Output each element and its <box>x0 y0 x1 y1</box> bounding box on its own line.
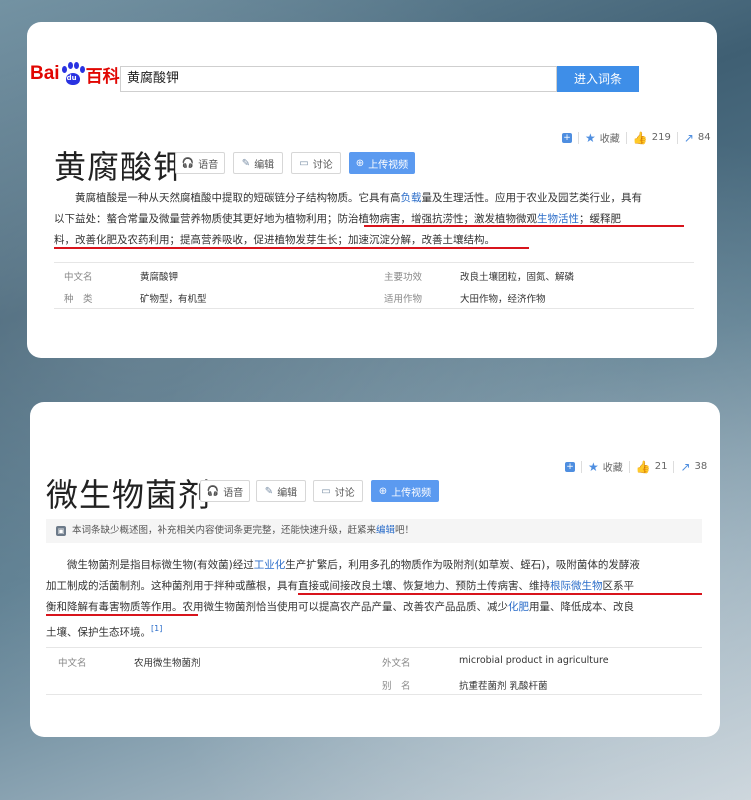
highlight-underline <box>46 614 198 616</box>
thumbs-up-icon[interactable]: 👍 <box>636 460 651 474</box>
paw-icon: du <box>61 62 85 86</box>
entry-toolbar: + ★ 收藏 👍 21 ↗ 38 <box>565 459 707 474</box>
summary-text: 料，改善化肥及农药利用；提高营养吸收，促进植物发芽生长；加速沉淀分解，改善土壤结… <box>54 234 495 246</box>
info-value: microbial product in agriculture <box>459 655 609 666</box>
highlight-underline <box>364 225 684 227</box>
baidu-baike-logo[interactable]: Bai du 百科 <box>30 62 120 87</box>
entry-summary: 黄腐植酸是一种从天然腐植酸中提取的短碳链分子结构物质。它具有高负载量及生理活性。… <box>54 188 694 251</box>
share-count: 84 <box>697 132 711 143</box>
entry-title: 微生物菌剂 <box>46 476 212 514</box>
enter-entry-button[interactable]: 进入词条 <box>557 66 639 92</box>
highlight-underline <box>54 247 529 249</box>
pencil-icon: ✎ <box>264 485 274 497</box>
summary-line: 黄腐植酸是一种从天然腐植酸中提取的短碳链分子结构物质。它具有高负载量及生理活性。… <box>54 188 694 209</box>
summary-line: 土壤、保护生态环境。[1] <box>46 618 702 644</box>
inline-link[interactable]: 根际微生物 <box>550 580 603 592</box>
thumbs-up-icon[interactable]: 👍 <box>633 131 648 145</box>
basic-info-table: 中文名 黄腐酸钾 主要功效 改良土壤团粒，固氮、解磷 种 类 矿物型，有机型 适… <box>54 266 694 306</box>
inline-link[interactable]: 生物活性 <box>537 213 579 225</box>
entry-card-microbial-agent: + ★ 收藏 👍 21 ↗ 38 微生物菌剂 🎧 语音 ✎ 编辑 ▭ 讨论 ⊕ 上传视频… <box>30 402 720 737</box>
edit-link[interactable]: 编辑 <box>376 525 395 536</box>
star-icon[interactable]: ★ <box>588 460 599 474</box>
summary-text: 微生物菌剂是指目标微生物(有效菌)经过 <box>67 559 254 571</box>
summary-text: 加工制成的活菌制剂。这种菌剂用于拌种或蘸根，具有直接或间接改良土壤、恢复地力、预… <box>46 580 550 592</box>
discuss-button[interactable]: ▭ 讨论 <box>313 480 363 502</box>
summary-text: 土壤、保护生态环境。 <box>46 626 151 639</box>
info-key: 适用作物 <box>384 294 423 305</box>
headphone-icon: 🎧 <box>181 157 195 169</box>
headphone-icon: 🎧 <box>206 485 220 497</box>
missing-image-notice: ▣ 本词条缺少概述图，补充相关内容使词条更完整，还能快速升级，赶紧来编辑吧！ <box>46 519 702 543</box>
highlight-underline <box>298 593 702 595</box>
entry-summary: 微生物菌剂是指目标微生物(有效菌)经过工业化生产扩繁后，利用多孔的物质作为吸附剂… <box>46 555 702 644</box>
basic-info-table: 中文名 农用微生物菌剂 外文名 microbial product in agr… <box>46 652 702 692</box>
comment-icon: ▭ <box>321 485 331 497</box>
info-key: 中文名 <box>58 658 87 669</box>
summary-line: 微生物菌剂是指目标微生物(有效菌)经过工业化生产扩繁后，利用多孔的物质作为吸附剂… <box>46 555 702 576</box>
like-count: 219 <box>651 132 671 143</box>
inline-link[interactable]: 负载 <box>401 192 422 204</box>
image-icon: ▣ <box>56 526 66 536</box>
edit-button[interactable]: ✎ 编辑 <box>233 152 283 174</box>
plus-circle-icon: ⊕ <box>378 485 388 497</box>
star-icon[interactable]: ★ <box>585 131 596 145</box>
summary-text: 用量、降低成本、改良 <box>529 601 634 613</box>
share-count: 38 <box>694 461 708 472</box>
logo-text-bai: Bai <box>30 63 60 84</box>
inline-link[interactable]: 化肥 <box>508 601 529 613</box>
summary-text: 黄腐植酸是一种从天然腐植酸中提取的短碳链分子结构物质。它具有高 <box>75 192 401 204</box>
summary-text: ；缓释肥 <box>579 213 621 225</box>
entry-card-potassium-fulvate: Bai du 百科 黄腐酸钾 进入词条 + ★ 收藏 👍 219 ↗ 84 黄腐… <box>27 22 717 358</box>
audio-button[interactable]: 🎧 语音 <box>175 152 225 174</box>
discuss-button[interactable]: ▭ 讨论 <box>291 152 341 174</box>
summary-text: 以下益处：螯合常量及微量营养物质使其更好地为植物利用；防治植物病害，增强抗涝性；… <box>54 213 537 225</box>
info-key: 主要功效 <box>384 272 423 283</box>
like-count: 21 <box>654 461 668 472</box>
info-value: 改良土壤团粒，固氮、解磷 <box>460 272 575 283</box>
info-key: 种 类 <box>64 294 93 305</box>
reference-link[interactable]: [1] <box>151 624 162 633</box>
plus-circle-icon: ⊕ <box>355 157 365 169</box>
inline-link[interactable]: 工业化 <box>254 559 286 571</box>
collect-label[interactable]: 收藏 <box>603 459 623 474</box>
add-icon[interactable]: + <box>565 461 575 472</box>
comment-icon: ▭ <box>299 157 309 169</box>
share-icon[interactable]: ↗ <box>684 131 694 145</box>
audio-button[interactable]: 🎧 语音 <box>200 480 250 502</box>
info-value: 抗重茬菌剂 乳酸杆菌 <box>459 681 548 692</box>
logo-text-baike: 百科 <box>85 66 120 87</box>
share-icon[interactable]: ↗ <box>680 460 690 474</box>
search-input[interactable]: 黄腐酸钾 <box>120 66 557 92</box>
info-key: 外文名 <box>382 658 411 669</box>
info-value: 农用微生物菌剂 <box>134 658 201 669</box>
summary-text: 衡和降解有毒害物质等作用。农用微生物菌剂恰当使用可以提高农产品产量、改善农产品品… <box>46 601 508 613</box>
upload-video-button[interactable]: ⊕ 上传视频 <box>349 152 415 174</box>
collect-label[interactable]: 收藏 <box>600 130 620 145</box>
entry-toolbar: + ★ 收藏 👍 219 ↗ 84 <box>562 130 711 145</box>
summary-text: 区系平 <box>602 580 635 592</box>
info-value: 矿物型，有机型 <box>140 294 207 305</box>
info-value: 大田作物，经济作物 <box>460 294 546 305</box>
summary-text: 生产扩繁后，利用多孔的物质作为吸附剂(如草炭、蛭石)，吸附菌体的发酵液 <box>285 559 640 571</box>
info-key: 别 名 <box>382 681 411 692</box>
info-value: 黄腐酸钾 <box>140 272 179 283</box>
info-key: 中文名 <box>64 272 93 283</box>
entry-title: 黄腐酸钾 <box>54 148 187 186</box>
edit-button[interactable]: ✎ 编辑 <box>256 480 306 502</box>
add-icon[interactable]: + <box>562 132 572 143</box>
pencil-icon: ✎ <box>241 157 251 169</box>
upload-video-button[interactable]: ⊕ 上传视频 <box>371 480 439 502</box>
summary-text: 量及生理活性。应用于农业及园艺类行业，具有 <box>421 192 643 204</box>
